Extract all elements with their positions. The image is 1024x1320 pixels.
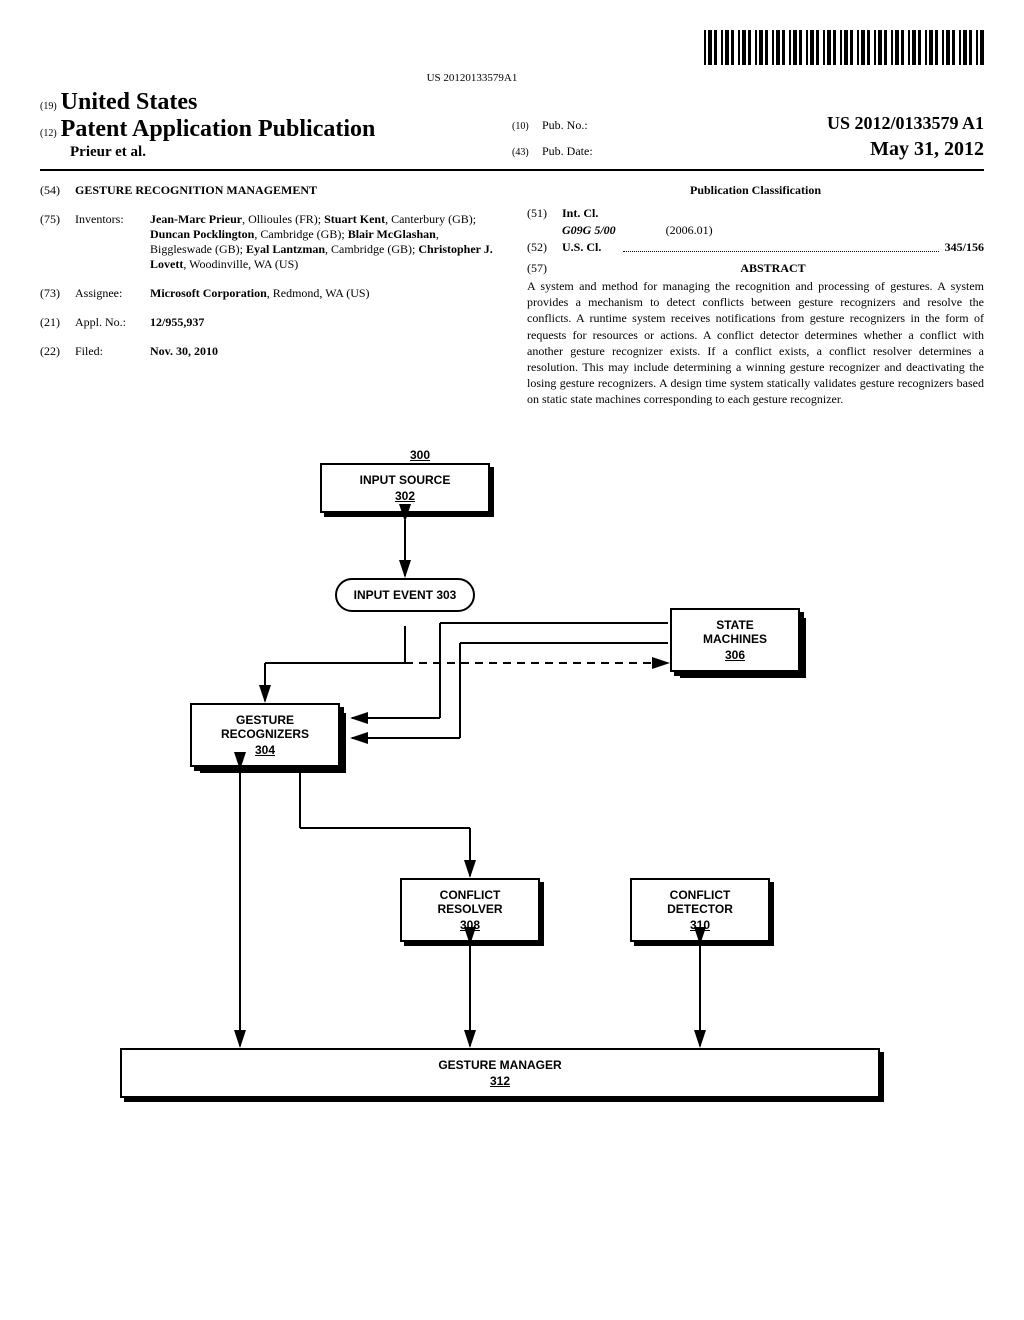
biblio-right-column: Publication Classification (51) Int. Cl.… (527, 183, 984, 408)
author-line: Prieur et al. (40, 144, 146, 160)
inventor-name: Stuart Kent (324, 212, 385, 226)
invention-title: GESTURE RECOGNITION MANAGEMENT (75, 183, 317, 198)
barcode-text: US 20120133579A1 (40, 72, 904, 84)
inventor-loc: , Canterbury (GB); (385, 212, 476, 226)
classification-header: Publication Classification (527, 183, 984, 198)
inventor-loc: , Cambridge (GB); (254, 227, 344, 241)
input-event-label: INPUT EVENT (354, 588, 433, 602)
inventor-name: Eyal Lantzman (246, 242, 325, 256)
inventor-name: Blair McGlashan (348, 227, 436, 241)
assignee-loc: , Redmond, WA (US) (267, 286, 370, 300)
barcode-area: US 20120133579A1 (40, 30, 984, 84)
box-input-event: INPUT EVENT 303 (335, 578, 475, 612)
gesture-manager-label: GESTURE MANAGER (438, 1058, 561, 1072)
state-machines-label: STATE MACHINES (703, 618, 767, 646)
field-54: (54) (40, 183, 75, 198)
inventors-label: Inventors: (75, 212, 150, 272)
ref-310: 310 (644, 918, 756, 932)
bibliographic-section: (54) GESTURE RECOGNITION MANAGEMENT (75)… (40, 183, 984, 408)
header-left: (19) United States (12) Patent Applicati… (40, 89, 512, 161)
pub-no-label: Pub. No.: (542, 118, 622, 133)
box-gesture-recognizers: GESTURE RECOGNIZERS 304 (190, 703, 340, 767)
inventor-loc: , Ollioules (FR); (242, 212, 321, 226)
ref-302: 302 (334, 489, 476, 503)
assignee-label: Assignee: (75, 286, 150, 301)
conflict-detector-label: CONFLICT DETECTOR (667, 888, 733, 916)
figure-diagram: 300 INPUT SOURCE 302 INPUT EVENT 303 GES… (40, 448, 984, 1128)
field-21: (21) (40, 315, 75, 330)
publication-type: Patent Application Publication (61, 116, 376, 142)
biblio-left-column: (54) GESTURE RECOGNITION MANAGEMENT (75)… (40, 183, 497, 408)
box-state-machines: STATE MACHINES 306 (670, 608, 800, 672)
input-source-label: INPUT SOURCE (360, 473, 451, 487)
filed-date: Nov. 30, 2010 (150, 344, 218, 358)
field-43: (43) (512, 147, 542, 158)
field-12: (12) (40, 128, 57, 139)
box-conflict-resolver: CONFLICT RESOLVER 308 (400, 878, 540, 942)
inventor-name: Duncan Pocklington (150, 227, 254, 241)
assignee-name: Microsoft Corporation (150, 286, 267, 300)
header-right: (10) Pub. No.: US 2012/0133579 A1 (43) P… (512, 89, 984, 161)
field-75: (75) (40, 212, 75, 272)
int-cl-year: (2006.01) (666, 223, 713, 238)
connector-lines (40, 448, 984, 1128)
int-cl-label: Int. Cl. (562, 206, 617, 221)
abstract-text: A system and method for managing the rec… (527, 278, 984, 408)
ref-312: 312 (134, 1074, 866, 1088)
appl-no: 12/955,937 (150, 315, 204, 329)
us-cl-code: 345/156 (945, 240, 984, 255)
document-header: (19) United States (12) Patent Applicati… (40, 89, 984, 171)
pub-no: US 2012/0133579 A1 (622, 113, 984, 134)
box-input-source: INPUT SOURCE 302 (320, 463, 490, 513)
appl-no-label: Appl. No.: (75, 315, 150, 330)
country: United States (61, 89, 198, 115)
inventor-loc: , Cambridge (GB); (325, 242, 415, 256)
field-22: (22) (40, 344, 75, 359)
gesture-recognizers-label: GESTURE RECOGNIZERS (221, 713, 309, 741)
inventor-loc: , Woodinville, WA (US) (183, 257, 298, 271)
field-51: (51) (527, 206, 562, 221)
ref-304: 304 (204, 743, 326, 757)
pub-date: May 31, 2012 (622, 138, 984, 161)
dot-leader (623, 240, 939, 252)
conflict-resolver-label: CONFLICT RESOLVER (437, 888, 502, 916)
box-gesture-manager: GESTURE MANAGER 312 (120, 1048, 880, 1098)
int-cl-code: G09G 5/00 (562, 223, 616, 238)
box-conflict-detector: CONFLICT DETECTOR 310 (630, 878, 770, 942)
inventor-name: Jean-Marc Prieur (150, 212, 242, 226)
ref-308: 308 (414, 918, 526, 932)
ref-300: 300 (410, 448, 430, 462)
field-52: (52) (527, 240, 562, 255)
field-19: (19) (40, 101, 57, 112)
abstract-label: ABSTRACT (562, 261, 984, 276)
field-57: (57) (527, 261, 562, 276)
us-cl-label: U.S. Cl. (562, 240, 617, 255)
field-73: (73) (40, 286, 75, 301)
ref-303: 303 (436, 588, 456, 602)
pub-date-label: Pub. Date: (542, 144, 622, 159)
ref-306: 306 (684, 648, 786, 662)
barcode-graphic (704, 30, 984, 65)
field-10: (10) (512, 121, 542, 132)
filed-label: Filed: (75, 344, 150, 359)
assignee-value: Microsoft Corporation, Redmond, WA (US) (150, 286, 497, 301)
inventors-list: Jean-Marc Prieur, Ollioules (FR); Stuart… (150, 212, 497, 272)
